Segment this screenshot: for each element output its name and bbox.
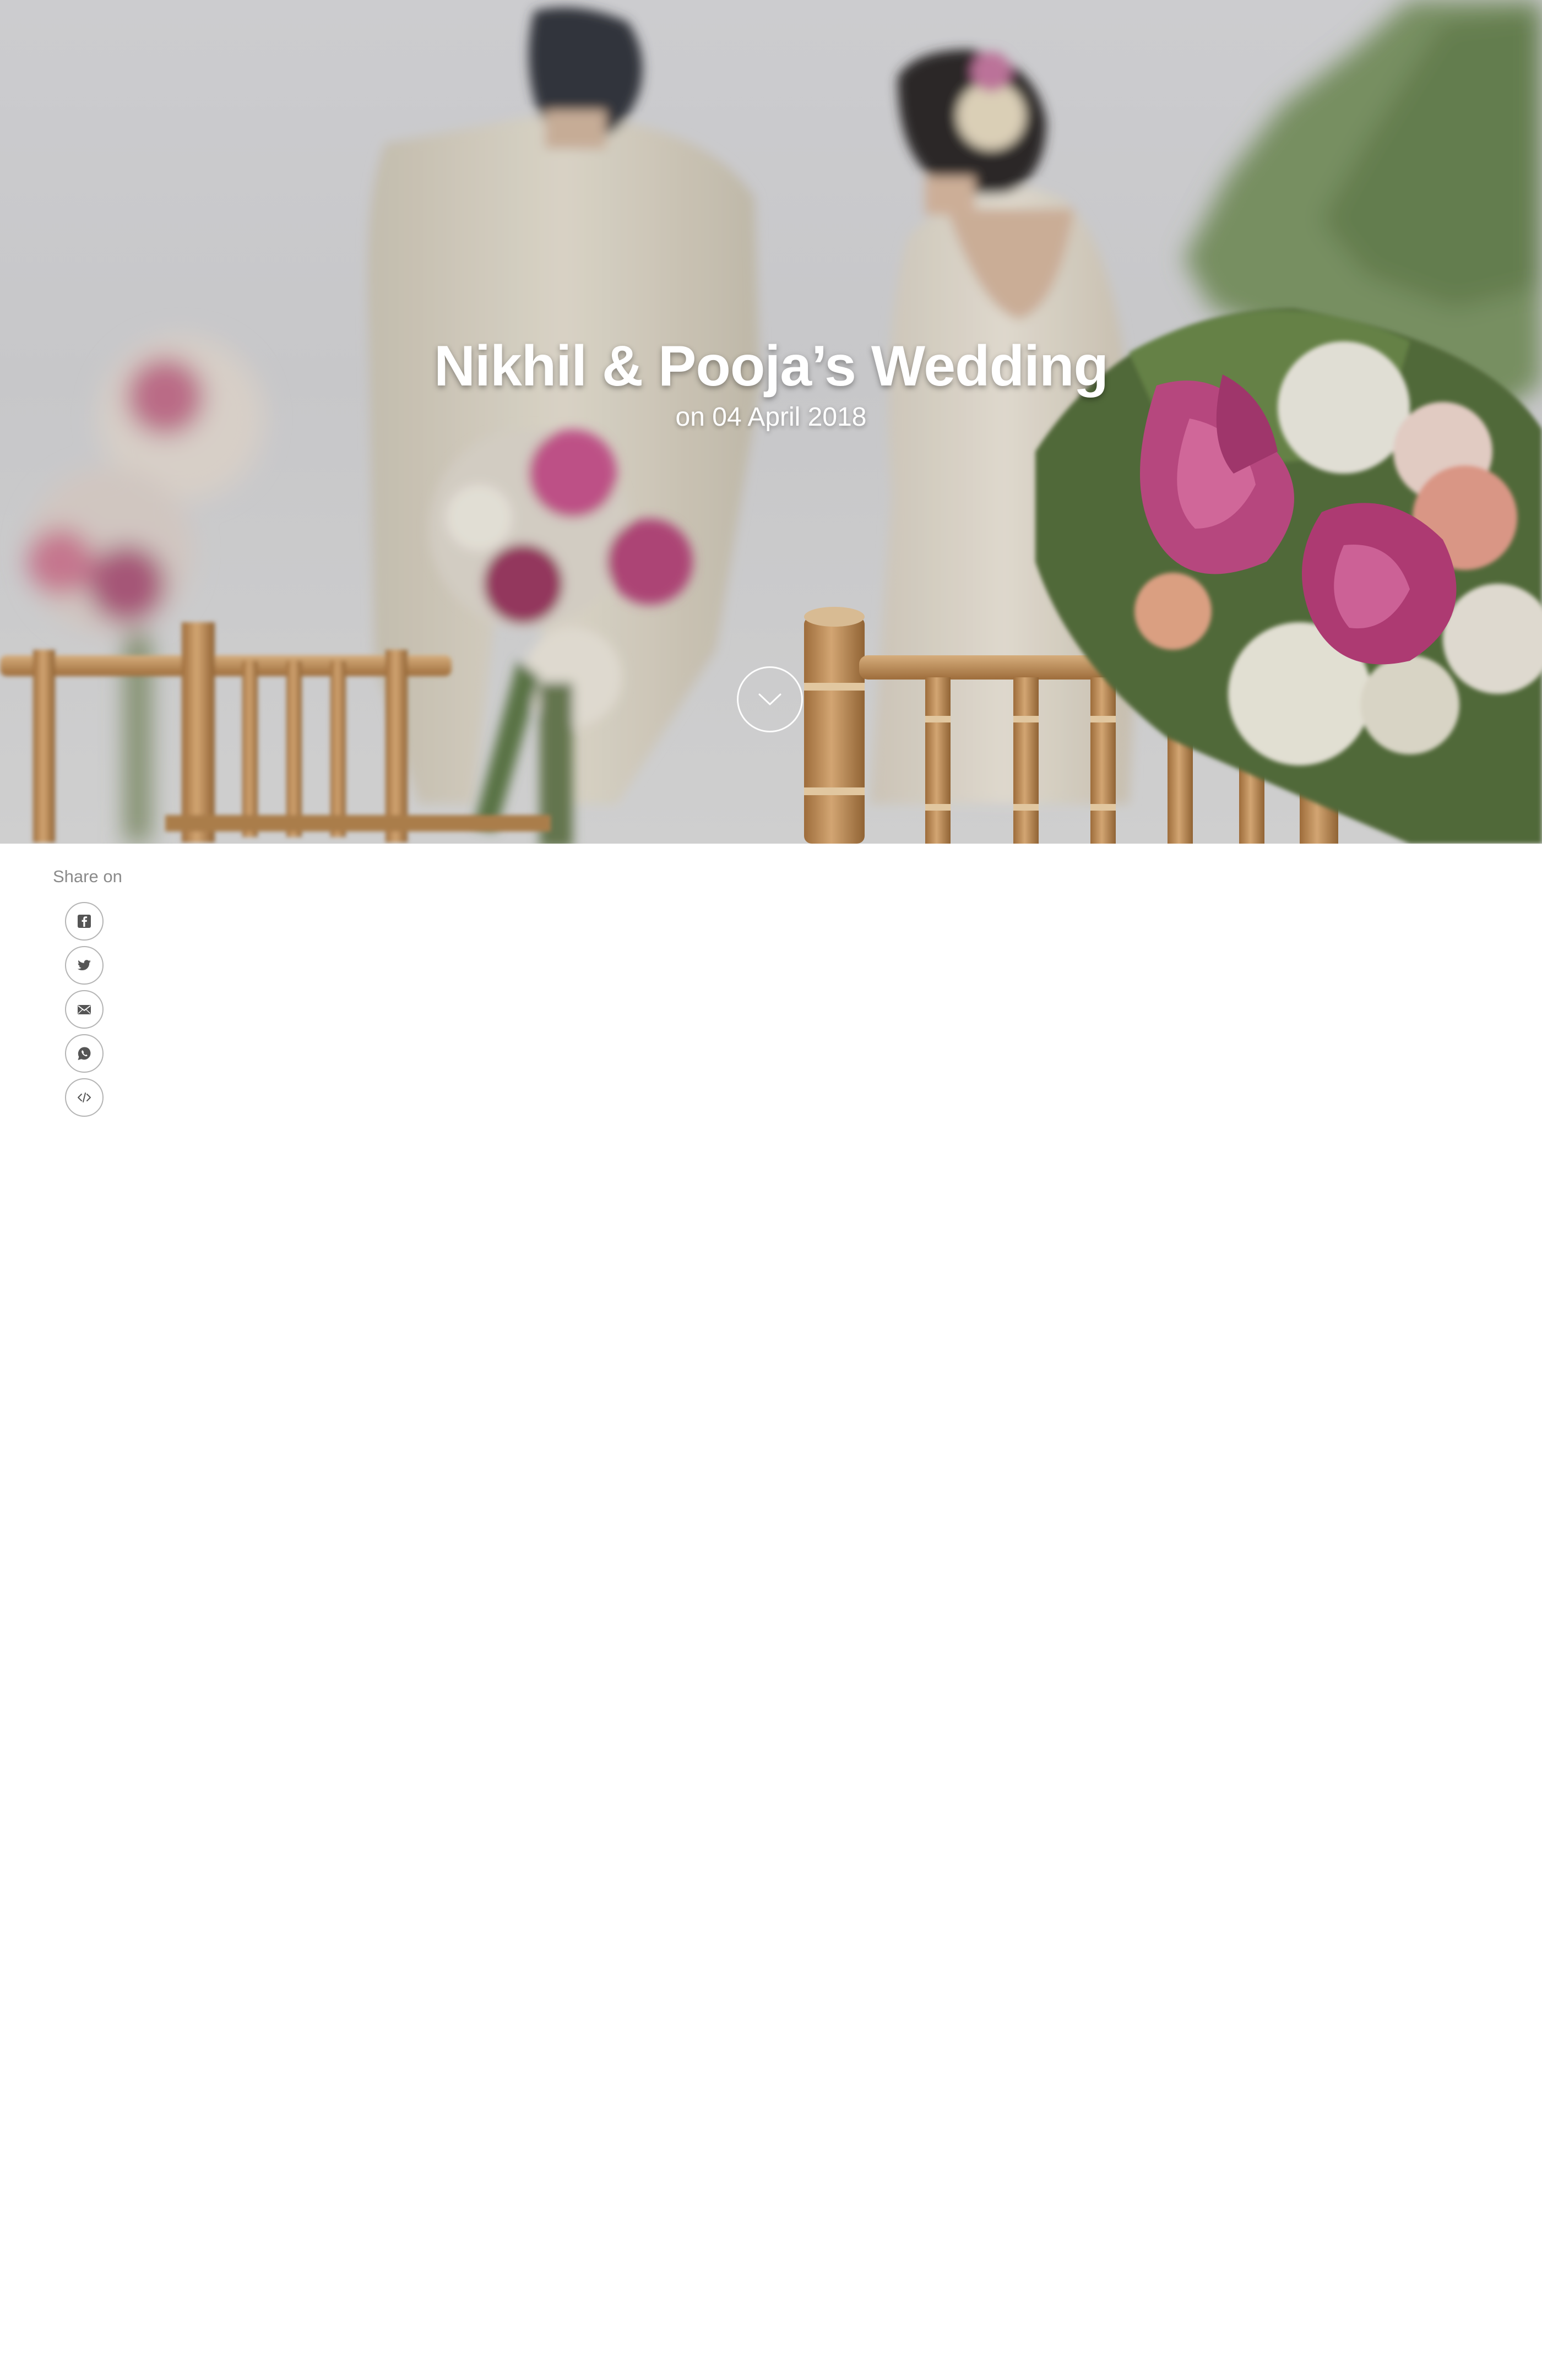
share-label: Share on xyxy=(53,867,122,886)
share-twitter-button[interactable] xyxy=(65,946,104,985)
page: Nikhil & Pooja’s Wedding on 04 April 201… xyxy=(0,0,1542,2380)
code-icon xyxy=(78,1093,91,1102)
share-facebook-button[interactable] xyxy=(65,902,104,941)
share-whatsapp-button[interactable] xyxy=(65,1034,104,1073)
chevron-down-icon xyxy=(758,693,781,705)
event-date: on 04 April 2018 xyxy=(675,403,867,432)
facebook-icon xyxy=(78,915,91,928)
hero-banner: Nikhil & Pooja’s Wedding on 04 April 201… xyxy=(0,0,1542,844)
share-panel: Share on xyxy=(53,865,163,1117)
hero-heading: Nikhil & Pooja’s Wedding on 04 April 201… xyxy=(0,330,1542,433)
mail-icon xyxy=(78,1005,91,1014)
whatsapp-icon xyxy=(78,1047,91,1060)
scroll-down-button[interactable] xyxy=(737,666,803,732)
embed-code-button[interactable] xyxy=(65,1078,104,1117)
share-buttons xyxy=(65,902,104,1122)
page-title: Nikhil & Pooja’s Wedding xyxy=(433,334,1109,398)
share-email-button[interactable] xyxy=(65,990,104,1029)
twitter-icon xyxy=(77,960,91,970)
